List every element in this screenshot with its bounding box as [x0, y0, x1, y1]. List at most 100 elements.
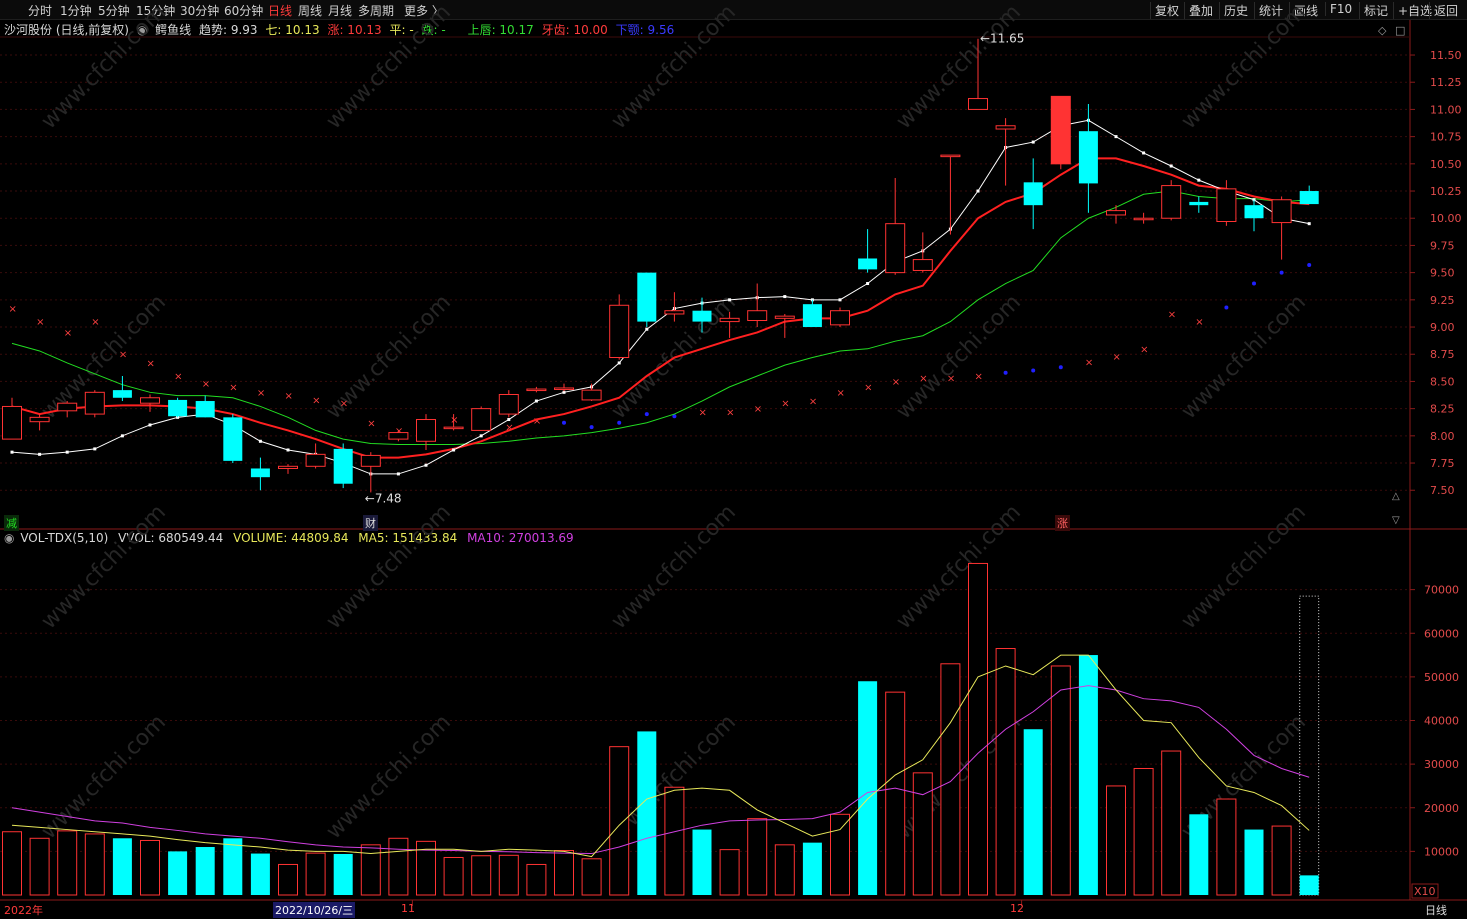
sar-cross: ×	[1140, 344, 1148, 355]
volume-bar	[692, 829, 712, 895]
price-tick-label: 7.75	[1430, 457, 1455, 470]
volume-forecast-box	[1299, 595, 1320, 896]
sar-cross: ×	[1085, 357, 1093, 368]
price-tick-label: 10.75	[1430, 131, 1462, 144]
volume-bar	[554, 850, 574, 896]
candle-body	[168, 399, 188, 417]
candle-body	[581, 389, 602, 401]
sar-cross: ×	[754, 404, 762, 415]
price-tick-label: 10.25	[1430, 185, 1462, 198]
low-annotation: ←7.48	[365, 491, 402, 505]
price-tick-label: 9.75	[1430, 239, 1455, 252]
watermark-text: www.cfchi.com	[322, 0, 456, 134]
ma-white-point	[1114, 135, 1118, 139]
sar-cross: ×	[174, 371, 182, 382]
volume-bar	[360, 844, 381, 896]
volume-bar	[168, 851, 188, 895]
candle-body	[1106, 210, 1126, 216]
marker-jian[interactable]: 减	[4, 515, 19, 531]
volume-tick-label: 60000	[1424, 627, 1459, 640]
sar-dot	[644, 412, 649, 417]
price-tick-label: 10.00	[1430, 212, 1462, 225]
ma-white-point	[645, 327, 649, 331]
volume-bar	[664, 786, 685, 896]
candle-body	[554, 387, 574, 390]
volume-bar	[1244, 829, 1264, 895]
marker-cai[interactable]: 财	[363, 515, 378, 531]
triangle-up-icon: △	[1392, 491, 1400, 502]
candle-body	[912, 259, 933, 271]
candle-body	[250, 468, 270, 478]
ma-white-point	[10, 450, 14, 454]
watermark-text: www.cfchi.com	[892, 290, 1026, 424]
ma-white-point	[1031, 140, 1035, 144]
marker-zhang[interactable]: 涨	[1055, 515, 1070, 531]
volume-tick-label: 20000	[1424, 802, 1459, 815]
candle-body	[471, 408, 492, 431]
volume-unit-label: X10	[1414, 885, 1436, 898]
volume-bar	[471, 855, 492, 896]
watermark-text: www.cfchi.com	[322, 500, 456, 634]
sar-dot	[1224, 305, 1229, 310]
volume-tick-label: 10000	[1424, 845, 1459, 858]
sar-dot	[1031, 368, 1036, 373]
sar-cross: ×	[1195, 317, 1203, 328]
candle-body	[195, 401, 215, 418]
ma-white-point	[783, 295, 787, 299]
candle-body	[609, 304, 630, 358]
candle-body	[995, 125, 1016, 130]
sar-cross: ×	[312, 395, 320, 406]
volume-bar	[1023, 729, 1043, 895]
candle-body	[637, 272, 657, 322]
sar-cross: ×	[837, 388, 845, 399]
ma-white-point	[424, 463, 428, 467]
candle-body	[416, 419, 436, 442]
ma-white-point	[1307, 222, 1311, 226]
volume-tick-label: 50000	[1424, 671, 1459, 684]
candle-body	[57, 402, 78, 412]
ma-white-point	[258, 439, 262, 443]
candle-body	[84, 391, 105, 415]
sar-cross: ×	[781, 399, 789, 410]
ma-white-point	[1169, 164, 1173, 168]
period-label[interactable]: 日线	[1425, 902, 1447, 918]
watermark-text: www.cfchi.com	[1177, 290, 1311, 424]
volume-bar	[581, 858, 602, 896]
sar-cross: ×	[699, 407, 707, 418]
ma-white-point	[148, 423, 152, 427]
ma-white-point	[93, 447, 97, 451]
candle-body	[968, 98, 988, 110]
volume-bar	[1078, 655, 1098, 895]
sar-cross: ×	[229, 382, 237, 393]
sar-cross: ×	[147, 358, 155, 369]
candle-body	[112, 390, 132, 398]
candle-body	[223, 417, 243, 461]
volume-bar	[774, 844, 795, 896]
volume-bar	[388, 837, 409, 896]
axis-month-nov: 11	[401, 902, 415, 915]
volume-bar	[1106, 785, 1126, 896]
sar-cross: ×	[450, 415, 458, 426]
sar-dot	[1058, 365, 1063, 370]
axis-year-label: 2022年	[4, 904, 43, 917]
kline-chart[interactable]: 11.50 11.25 11.00 10.75 10.50 10.25 10.00 9.75 9…	[0, 0, 1467, 919]
volume-bar	[140, 839, 160, 896]
watermark-text: www.cfchi.com	[1177, 500, 1311, 634]
ma-white-point	[562, 390, 566, 394]
price-tick-label: 11.25	[1430, 76, 1462, 89]
volume-bar	[223, 838, 243, 895]
candle-body	[443, 426, 464, 430]
candle-body	[1299, 191, 1319, 205]
volume-bar	[498, 854, 519, 896]
sar-cross: ×	[809, 397, 817, 408]
watermark-text: www.cfchi.com	[37, 0, 171, 134]
volume-bar	[1216, 798, 1237, 896]
watermark-text: www.cfchi.com	[607, 500, 741, 634]
ma-white-point	[617, 361, 621, 365]
candle-body	[498, 393, 519, 415]
sar-cross: ×	[947, 374, 955, 385]
ma-white-point	[452, 448, 456, 452]
price-tick-label: 9.50	[1430, 267, 1455, 280]
price-tick-label: 11.50	[1430, 49, 1462, 62]
volume-bar	[802, 842, 822, 895]
